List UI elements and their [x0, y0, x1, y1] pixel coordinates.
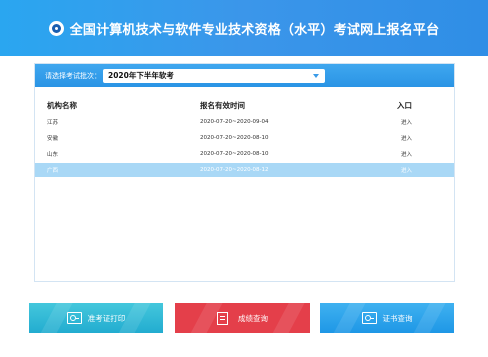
row-name: 安徽	[47, 136, 59, 142]
batch-selected-value: 2020年下半年软考	[108, 71, 174, 80]
document-icon	[217, 311, 228, 325]
row-period: 2020-07-20~2020-08-10	[200, 135, 269, 141]
row-period: 2020-07-20~2020-09-04	[200, 119, 269, 125]
site-header: 全国计算机技术与软件专业技术资格（水平）考试网上报名平台	[0, 0, 488, 56]
col-header-name: 机构名称	[47, 100, 77, 110]
button-decor	[265, 303, 307, 333]
col-header-entry: 入口	[397, 100, 412, 110]
row-name: 广西	[47, 168, 59, 174]
chevron-down-icon	[313, 73, 319, 78]
row-name: 江苏	[47, 120, 59, 126]
certificate-query-label: 证书查询	[382, 313, 413, 323]
registration-panel: 请选择考试批次： 2020年下半年软考 机构名称 报名有效时间 入口 江苏 20…	[34, 63, 455, 282]
row-enter-link[interactable]: 进入	[395, 150, 445, 158]
row-enter-link[interactable]: 进入	[395, 166, 445, 174]
score-query-button[interactable]: 成绩查询	[175, 303, 310, 333]
institution-table: 机构名称 报名有效时间 入口 江苏 2020-07-20~2020-09-04 …	[35, 97, 454, 177]
exam-logo-icon	[48, 20, 64, 36]
row-period: 2020-07-20~2020-08-10	[200, 151, 269, 157]
row-period: 2020-07-20~2020-08-12	[200, 167, 269, 173]
table-row-selected[interactable]: 广西 2020-07-20~2020-08-12 进入	[35, 163, 454, 177]
col-header-period: 报名有效时间	[200, 100, 245, 110]
table-row[interactable]: 安徽 2020-07-20~2020-08-10 进入	[35, 131, 454, 145]
table-header: 机构名称 报名有效时间 入口	[35, 97, 454, 113]
admission-ticket-label: 准考证打印	[87, 313, 126, 323]
row-enter-link[interactable]: 进入	[395, 134, 445, 142]
site-title: 全国计算机技术与软件专业技术资格（水平）考试网上报名平台	[69, 22, 440, 38]
score-query-label: 成绩查询	[238, 313, 268, 323]
batch-select[interactable]: 2020年下半年软考	[103, 68, 325, 83]
id-card-icon	[66, 312, 82, 324]
row-enter-link[interactable]: 进入	[395, 118, 445, 126]
table-row[interactable]: 江苏 2020-07-20~2020-09-04 进入	[35, 115, 454, 129]
row-name: 山东	[47, 152, 59, 158]
certificate-query-button[interactable]: 证书查询	[320, 303, 454, 333]
batch-label: 请选择考试批次：	[45, 71, 101, 80]
table-row[interactable]: 山东 2020-07-20~2020-08-10 进入	[35, 147, 454, 161]
admission-ticket-print-button[interactable]: 准考证打印	[29, 303, 163, 333]
batch-bar: 请选择考试批次： 2020年下半年软考	[35, 64, 454, 87]
certificate-icon	[361, 312, 377, 324]
